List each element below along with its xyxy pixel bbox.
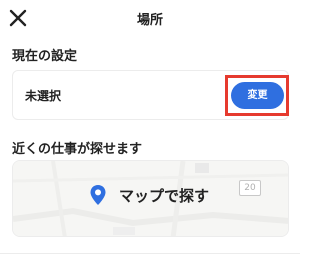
location-screen: 場所 現在の設定 未選択 変更 近くの仕事が探せます 20 マップで探す [0,0,300,258]
map-search-label-group: マップで探す [89,183,209,207]
current-setting-heading: 現在の設定 [12,49,78,64]
current-setting-card: 未選択 変更 [12,70,289,120]
nearby-jobs-heading: 近くの仕事が探せます [12,142,143,157]
header: 場所 [0,0,300,36]
map-pin-icon [90,185,106,205]
change-button[interactable]: 変更 [231,82,284,109]
page-title: 場所 [136,13,163,28]
map-search-label: マップで探す [119,186,210,205]
current-location-value: 未選択 [25,89,62,103]
road-sign: 20 [239,180,261,196]
map-search-button[interactable]: 20 マップで探す [12,160,289,237]
bottom-divider [0,253,300,254]
